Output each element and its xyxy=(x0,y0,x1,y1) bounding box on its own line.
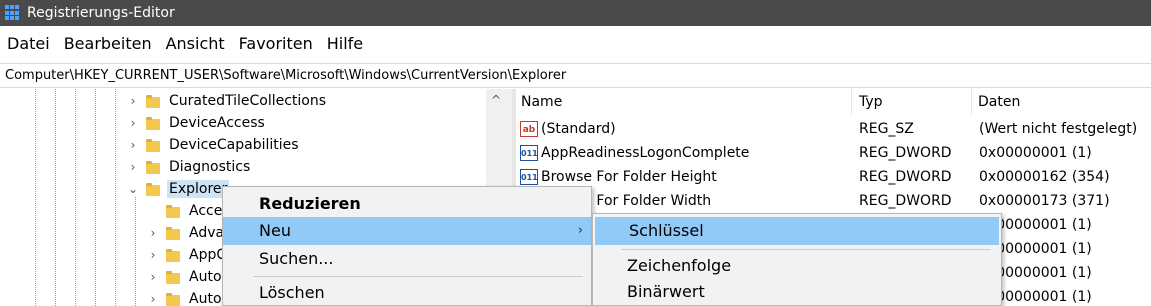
value-type: REG_DWORD xyxy=(859,193,952,209)
menu-ansicht[interactable]: Ansicht xyxy=(159,26,232,62)
tree-item-label: DeviceAccess xyxy=(169,115,265,131)
value-data: 0x00000173 (371) xyxy=(979,193,1110,209)
tree-item-auto[interactable]: › Auto xyxy=(146,266,224,288)
value-row[interactable]: 011 AppReadinessLogonComplete REG_DWORD … xyxy=(516,141,1151,165)
tree-item-auto-2[interactable]: › Auto xyxy=(146,288,224,306)
chevron-right-icon[interactable]: › xyxy=(146,248,160,262)
tree-item-devicecapabilities[interactable]: › DeviceCapabilities xyxy=(126,134,301,156)
dword-value-icon: 011 xyxy=(520,169,538,185)
value-name: (Standard) xyxy=(541,121,616,137)
tree-item-explorer[interactable]: ⌄ Explorer xyxy=(126,178,230,200)
menu-item-label: Neu xyxy=(259,221,291,240)
menu-item-reduzieren[interactable]: Reduzieren xyxy=(223,190,591,218)
column-header-name[interactable]: Name xyxy=(516,89,852,115)
menu-item-loeschen[interactable]: Löschen xyxy=(223,279,591,306)
tree-guide-line xyxy=(115,89,116,306)
chevron-right-icon[interactable]: › xyxy=(126,116,140,130)
tree-item-curatedtilecollections[interactable]: › CuratedTileCollections xyxy=(126,90,328,112)
submenu-neu: Schlüssel Zeichenfolge Binärwert xyxy=(592,213,1002,306)
title-bar: Registrierungs-Editor xyxy=(0,0,1151,26)
tree-item-adva[interactable]: › Adva xyxy=(146,222,226,244)
chevron-right-icon[interactable]: › xyxy=(126,160,140,174)
tree-item-label: Auto xyxy=(189,291,222,306)
value-row[interactable]: 011 Browse For Folder Height REG_DWORD 0… xyxy=(516,165,1151,189)
value-data: 0x00000162 (354) xyxy=(979,169,1110,185)
value-type: REG_SZ xyxy=(859,121,914,137)
chevron-right-icon[interactable]: › xyxy=(146,226,160,240)
menu-bearbeiten[interactable]: Bearbeiten xyxy=(57,26,159,62)
chevron-down-icon[interactable]: ⌄ xyxy=(126,182,140,196)
tree-guide-line xyxy=(75,89,76,306)
window-title: Registrierungs-Editor xyxy=(27,5,175,21)
tree-item-label: Auto xyxy=(189,269,222,285)
chevron-right-icon[interactable]: › xyxy=(126,94,140,108)
folder-icon xyxy=(166,226,180,240)
value-row[interactable]: 011 Browse For Folder Width REG_DWORD 0x… xyxy=(516,189,1151,213)
dword-value-icon: 011 xyxy=(520,145,538,161)
tree-guide-line xyxy=(55,89,56,306)
tree-item-label: CuratedTileCollections xyxy=(169,93,327,109)
menu-item-zeichenfolge[interactable]: Zeichenfolge xyxy=(593,252,1001,280)
folder-icon xyxy=(146,116,160,130)
tree-item-label: Acce xyxy=(189,203,223,219)
menu-separator xyxy=(253,276,583,277)
tree-item-appc[interactable]: › AppC xyxy=(146,244,228,266)
menu-separator xyxy=(621,249,991,250)
folder-icon xyxy=(166,204,180,218)
folder-icon xyxy=(166,248,180,262)
menu-item-binaerwert[interactable]: Binärwert xyxy=(593,278,1001,306)
tree-item-deviceaccess[interactable]: › DeviceAccess xyxy=(126,112,267,134)
menu-favoriten[interactable]: Favoriten xyxy=(232,26,320,62)
folder-icon xyxy=(146,160,160,174)
value-name: AppReadinessLogonComplete xyxy=(541,145,750,161)
value-data: (Wert nicht festgelegt) xyxy=(979,121,1138,137)
tree-guide-line xyxy=(135,197,136,306)
menu-item-schluessel[interactable]: Schlüssel xyxy=(595,217,999,245)
tree-item-label: Explorer xyxy=(167,180,230,198)
submenu-arrow-icon: › xyxy=(577,223,583,238)
address-bar[interactable]: Computer\HKEY_CURRENT_USER\Software\Micr… xyxy=(0,63,1151,88)
tree-guide-line xyxy=(95,89,96,306)
regedit-app-icon xyxy=(5,5,21,21)
tree-guide-line xyxy=(35,89,36,306)
value-type: REG_DWORD xyxy=(859,145,952,161)
tree-item-acce[interactable]: Acce xyxy=(146,200,224,222)
folder-icon xyxy=(146,94,160,108)
menu-hilfe[interactable]: Hilfe xyxy=(320,26,370,62)
tree-item-label: Adva xyxy=(189,225,225,241)
context-menu: Reduzieren Neu › Suchen... Löschen xyxy=(222,186,592,306)
folder-icon xyxy=(146,138,160,152)
value-data: 0x00000001 (1) xyxy=(979,145,1092,161)
menu-datei[interactable]: Datei xyxy=(0,26,57,62)
string-value-icon: ab xyxy=(520,121,538,137)
scroll-up-icon[interactable]: ^ xyxy=(491,93,501,107)
values-header: Name Typ Daten xyxy=(516,89,1151,115)
column-header-type[interactable]: Typ xyxy=(854,89,972,115)
menu-bar: Datei Bearbeiten Ansicht Favoriten Hilfe xyxy=(0,26,1151,62)
chevron-right-icon[interactable]: › xyxy=(146,270,160,284)
chevron-right-icon[interactable]: › xyxy=(146,292,160,306)
tree-item-diagnostics[interactable]: › Diagnostics xyxy=(126,156,252,178)
folder-icon xyxy=(166,292,180,306)
menu-item-neu[interactable]: Neu › xyxy=(223,217,591,245)
chevron-right-icon[interactable]: › xyxy=(126,138,140,152)
menu-item-suchen[interactable]: Suchen... xyxy=(223,245,591,273)
tree-item-label: Diagnostics xyxy=(169,159,251,175)
folder-icon xyxy=(166,270,180,284)
value-type: REG_DWORD xyxy=(859,169,952,185)
value-row[interactable]: ab (Standard) REG_SZ (Wert nicht festgel… xyxy=(516,117,1151,141)
column-header-data[interactable]: Daten xyxy=(973,89,1151,115)
tree-item-label: DeviceCapabilities xyxy=(169,137,299,153)
folder-icon xyxy=(146,182,160,196)
